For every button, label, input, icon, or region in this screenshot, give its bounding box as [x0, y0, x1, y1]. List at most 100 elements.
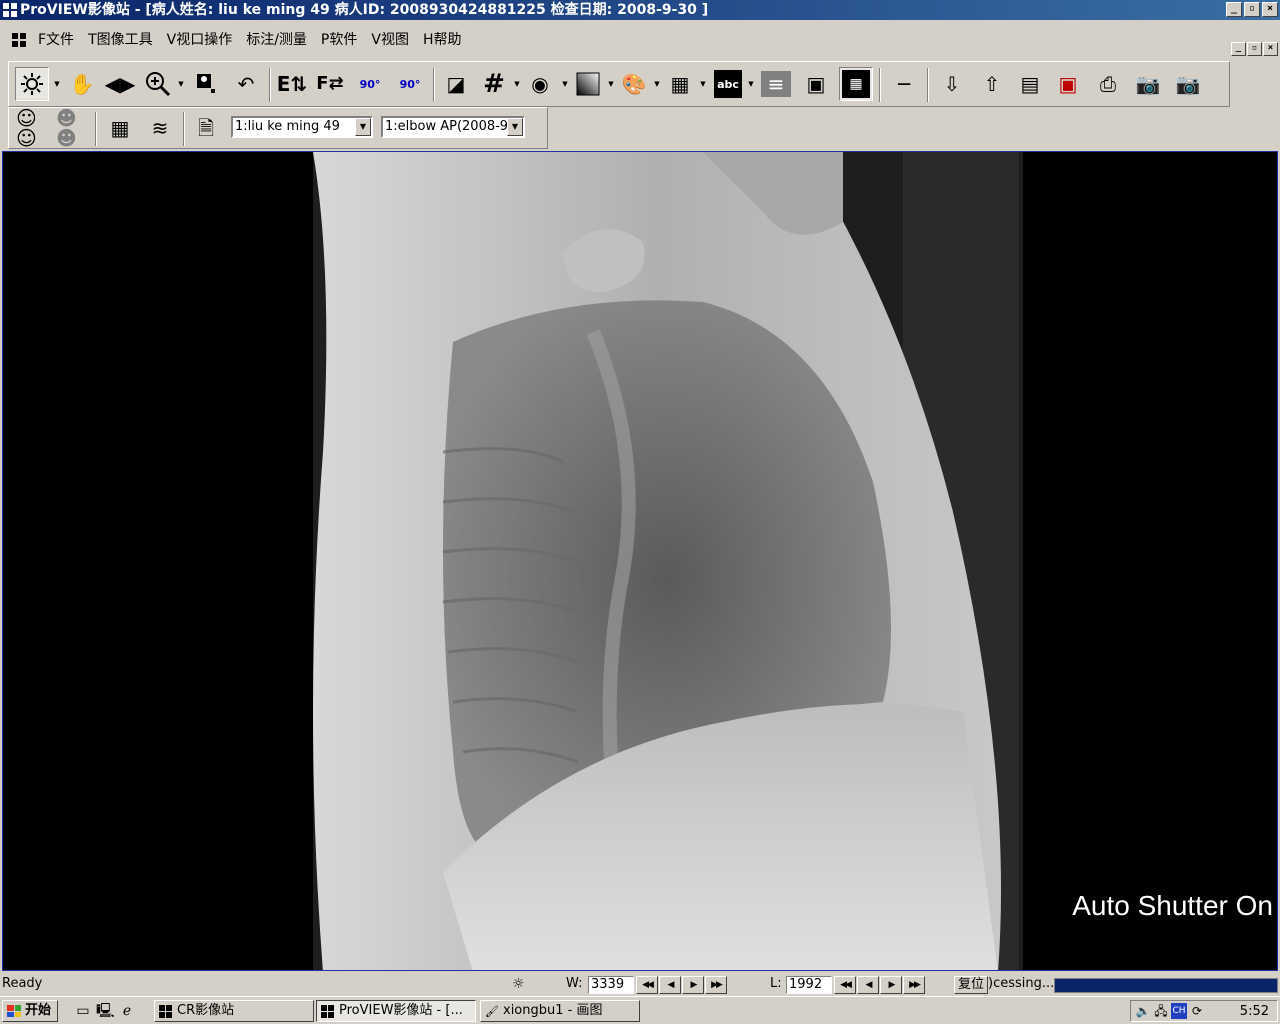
menu-viewport[interactable]: V视口操作: [165, 31, 235, 49]
mdi-child-icon[interactable]: [12, 33, 26, 47]
menubar: F文件 T图像工具 V视口操作 标注/测量 P软件 V视图 H帮助 _ ▫ ×: [0, 20, 1280, 60]
rotate-left-90-button[interactable]: 90 °: [353, 67, 387, 101]
level-prev-button[interactable]: ◀: [857, 976, 879, 994]
secondary-toolbar: ☺☺ ☻☻ ▦ ≋ 🗎 1:liu ke ming 49 ▼ 1:elbow A…: [8, 107, 548, 149]
task-proview[interactable]: ProVIEW影像站 - [...: [316, 1000, 476, 1022]
save-button[interactable]: ⇩: [935, 67, 969, 101]
chevron-down-icon[interactable]: ▼: [355, 118, 371, 136]
mdi-minimize-button[interactable]: _: [1231, 42, 1246, 56]
menu-help[interactable]: H帮助: [421, 31, 464, 49]
series-select[interactable]: 1:elbow AP(2008-9- ▼: [381, 116, 525, 138]
image-viewport[interactable]: Auto Shutter On: [2, 151, 1278, 971]
processing-text: )cessing...: [988, 976, 1055, 991]
flip-text-button[interactable]: F⇄: [313, 67, 347, 101]
grid-button[interactable]: #: [477, 67, 511, 101]
minimize-button[interactable]: _: [1226, 2, 1242, 17]
level-last-button[interactable]: ▶▶: [903, 976, 925, 994]
document-button[interactable]: 🗎: [189, 111, 223, 145]
window-next-button[interactable]: ▶: [682, 976, 704, 994]
rotate-button[interactable]: ↶: [229, 67, 263, 101]
window-width-field[interactable]: 3339: [588, 976, 634, 994]
chevron-down-icon[interactable]: ▼: [507, 118, 523, 136]
window-titlebar[interactable]: ProVIEW影像站 - [病人姓名: liu ke ming 49 病人ID:…: [0, 0, 1280, 20]
compare-button[interactable]: ▦: [839, 67, 873, 101]
flip-vertical-button[interactable]: E⇅: [275, 67, 309, 101]
multi-viewer-button[interactable]: ▦: [103, 111, 137, 145]
flip-horizontal-button[interactable]: ◀▶: [103, 67, 137, 101]
quicklaunch-desktop-icon[interactable]: ▭: [74, 1002, 92, 1020]
gradient-button[interactable]: [571, 67, 605, 101]
window-level-button[interactable]: [15, 67, 49, 101]
sync-lines-icon: ≋: [151, 116, 169, 140]
start-button[interactable]: 开始: [2, 1000, 58, 1022]
invert-button[interactable]: ◪: [439, 67, 473, 101]
gradient-dropdown-icon[interactable]: ▼: [607, 80, 615, 88]
shutter-dropdown-icon[interactable]: ▼: [561, 80, 569, 88]
layout-button[interactable]: ▦: [663, 67, 697, 101]
zoom-dropdown-icon[interactable]: ▼: [177, 80, 185, 88]
volume-icon[interactable]: 🔈: [1135, 1003, 1151, 1019]
restore-button[interactable]: ▫: [1244, 2, 1260, 17]
task-proview-label: ProVIEW影像站 - [...: [339, 1003, 463, 1018]
print-dicom-button[interactable]: ▣: [1051, 67, 1085, 101]
head-circle-icon: ◉: [531, 72, 549, 96]
task-paint[interactable]: 🖌 xiongbu1 - 画图: [480, 1000, 640, 1022]
rotate-right-90-button[interactable]: 90 °: [393, 67, 427, 101]
window-level-dropdown-icon[interactable]: ▼: [53, 80, 61, 88]
palette-button[interactable]: 🎨: [617, 67, 651, 101]
menu-software[interactable]: P软件: [319, 31, 359, 49]
shutter-button[interactable]: ◉: [523, 67, 557, 101]
window-first-button[interactable]: ◀◀: [636, 976, 658, 994]
faces-compare-button[interactable]: ☻☻: [55, 108, 89, 148]
reset-button[interactable]: 复位: [954, 976, 988, 994]
rotate-right-label: 90: [399, 77, 415, 91]
level-first-button[interactable]: ◀◀: [834, 976, 856, 994]
mdi-restore-button[interactable]: ▫: [1247, 42, 1262, 56]
zoom-button[interactable]: [141, 67, 175, 101]
quicklaunch-ie-icon[interactable]: ℯ: [118, 1002, 136, 1020]
close-button[interactable]: ×: [1262, 2, 1278, 17]
menu-file[interactable]: F文件: [36, 31, 76, 49]
paint-icon: 🖌: [485, 1005, 499, 1018]
level-field[interactable]: 1992: [786, 976, 832, 994]
report-button[interactable]: ▤: [1013, 67, 1047, 101]
faces-button[interactable]: ☺☺: [15, 108, 49, 148]
ime-icon[interactable]: CH: [1171, 1003, 1187, 1019]
camera-button[interactable]: 📷: [1131, 67, 1165, 101]
window-prev-button[interactable]: ◀: [659, 976, 681, 994]
grid-dropdown-icon[interactable]: ▼: [513, 80, 521, 88]
portrait-button[interactable]: ▣: [799, 67, 833, 101]
quicklaunch-computer-icon[interactable]: 🖳: [96, 1002, 115, 1020]
text-annotation-dropdown-icon[interactable]: ▼: [747, 80, 755, 88]
level-next-button[interactable]: ▶: [880, 976, 902, 994]
palette-dropdown-icon[interactable]: ▼: [653, 80, 661, 88]
menu-annotate-measure[interactable]: 标注/测量: [244, 31, 309, 49]
layout-dropdown-icon[interactable]: ▼: [699, 80, 707, 88]
gradient-icon: [572, 68, 604, 100]
network-icon[interactable]: 🖧: [1153, 1003, 1169, 1019]
app-grid-icon: [321, 1005, 334, 1018]
portrait-box-icon: [190, 68, 222, 100]
sync-button[interactable]: ≋: [143, 111, 177, 145]
histogram-button[interactable]: ≡: [759, 67, 793, 101]
print-button[interactable]: ⎙: [1091, 67, 1125, 101]
task-cr-station[interactable]: CR影像站: [154, 1000, 314, 1022]
menu-view[interactable]: V视图: [369, 31, 411, 49]
mdi-close-button[interactable]: ×: [1263, 42, 1278, 56]
menu-image-tools[interactable]: T图像工具: [86, 31, 155, 49]
app-system-icon[interactable]: [3, 3, 17, 17]
camera-layout-button[interactable]: 📷: [1171, 67, 1205, 101]
flip-text-icon: F⇄: [316, 73, 344, 94]
tray-app-icon[interactable]: ⟳: [1189, 1003, 1205, 1019]
patient-select[interactable]: 1:liu ke ming 49 ▼: [231, 116, 373, 138]
magnify-region-button[interactable]: [189, 67, 223, 101]
pan-button[interactable]: ✋: [65, 67, 99, 101]
patient-select-value: 1:liu ke ming 49: [235, 119, 340, 134]
text-annotation-button[interactable]: abc: [711, 67, 745, 101]
measure-button[interactable]: ─: [887, 67, 921, 101]
level-label: L:: [770, 976, 782, 991]
status-bar: Ready ☼ W: 3339 ◀◀ ◀ ▶ ▶▶ L: 1992 ◀◀ ◀ ▶…: [0, 972, 1280, 996]
camera-icon: 📷: [1135, 72, 1161, 96]
window-last-button[interactable]: ▶▶: [705, 976, 727, 994]
export-button[interactable]: ⇧: [975, 67, 1009, 101]
